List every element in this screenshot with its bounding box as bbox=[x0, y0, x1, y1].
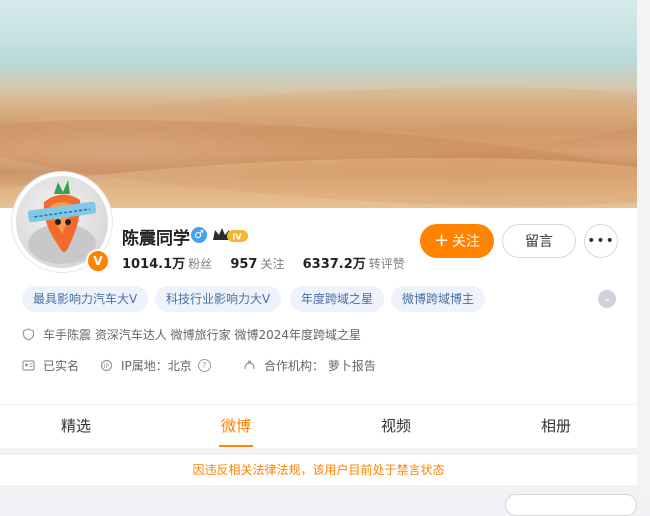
tab-weibo[interactable]: 微博 bbox=[156, 405, 316, 449]
honor-tag[interactable]: 微博跨域博主 bbox=[391, 286, 486, 312]
tab-videos[interactable]: 视频 bbox=[316, 405, 476, 449]
ban-notice: 因违反相关法律法规，该用户目前处于禁言状态 bbox=[0, 455, 637, 485]
shield-icon bbox=[22, 328, 35, 341]
help-icon[interactable]: ? bbox=[197, 359, 211, 372]
tab-label: 视频 bbox=[380, 417, 411, 435]
page-scrollbar[interactable] bbox=[637, 0, 650, 501]
agency-icon bbox=[244, 360, 255, 370]
vip-level-text: IV bbox=[232, 233, 242, 242]
vip-crown-icon[interactable]: IV bbox=[211, 226, 249, 244]
honor-tag[interactable]: 年度跨域之星 bbox=[290, 286, 385, 312]
plus-icon: + bbox=[433, 230, 450, 251]
location-icon: IP bbox=[100, 359, 113, 372]
chevron-down-icon[interactable]: ⌄ bbox=[598, 290, 616, 308]
engagement-count: 6337.2万 bbox=[302, 257, 366, 272]
profile-cover-image bbox=[0, 0, 637, 210]
realname-row: 已实名 bbox=[22, 357, 79, 374]
agency-row: 合作机构： 萝卜报告 bbox=[243, 357, 376, 374]
male-icon: ♂ bbox=[191, 227, 207, 243]
follow-button-label: 关注 bbox=[452, 234, 481, 250]
tab-albums[interactable]: 相册 bbox=[476, 405, 636, 449]
ip-row: IP IP属地：北京 ? bbox=[100, 357, 211, 374]
profile-tabs: 精选 微博 视频 相册 bbox=[0, 404, 637, 448]
bio-row: 车手陈震 资深汽车达人 微博旅行家 微博2024年度跨域之星 bbox=[22, 326, 361, 343]
tab-featured[interactable]: 精选 bbox=[0, 405, 156, 449]
honor-tag[interactable]: 科技行业影响力大V bbox=[155, 286, 282, 312]
tab-label: 精选 bbox=[60, 417, 91, 435]
more-dots-icon: ••• bbox=[587, 233, 615, 249]
following-label: 关注 bbox=[260, 257, 285, 271]
agency-text[interactable]: 合作机构： 萝卜报告 bbox=[264, 357, 376, 374]
message-button-label: 留言 bbox=[525, 234, 553, 250]
realname-text: 已实名 bbox=[43, 359, 80, 373]
following-count[interactable]: 957 bbox=[230, 257, 257, 272]
ip-location-text: IP属地：北京 bbox=[121, 359, 192, 373]
partial-button[interactable] bbox=[505, 494, 637, 516]
tab-label: 微博 bbox=[220, 417, 251, 435]
active-tab-indicator bbox=[219, 445, 253, 447]
more-options-button[interactable]: ••• bbox=[584, 224, 618, 258]
fans-count[interactable]: 1014.1万 bbox=[122, 257, 185, 272]
verified-v-badge-icon: V bbox=[86, 249, 110, 273]
honor-tag[interactable]: 最具影响力汽车大V bbox=[22, 286, 149, 312]
bio-text: 车手陈震 资深汽车达人 微博旅行家 微博2024年度跨域之星 bbox=[43, 328, 361, 342]
message-button[interactable]: 留言 bbox=[502, 224, 576, 258]
follow-button[interactable]: + 关注 bbox=[420, 224, 494, 258]
id-card-icon bbox=[22, 360, 35, 371]
profile-stats: 1014.1万 粉丝 957 关注 6337.2万 转评赞 bbox=[122, 253, 419, 272]
engagement-label: 转评赞 bbox=[368, 257, 405, 271]
tab-label: 相册 bbox=[540, 417, 571, 435]
fans-label: 粉丝 bbox=[188, 257, 213, 271]
svg-text:IP: IP bbox=[104, 363, 110, 370]
profile-username: 陈震同学 bbox=[122, 229, 190, 249]
